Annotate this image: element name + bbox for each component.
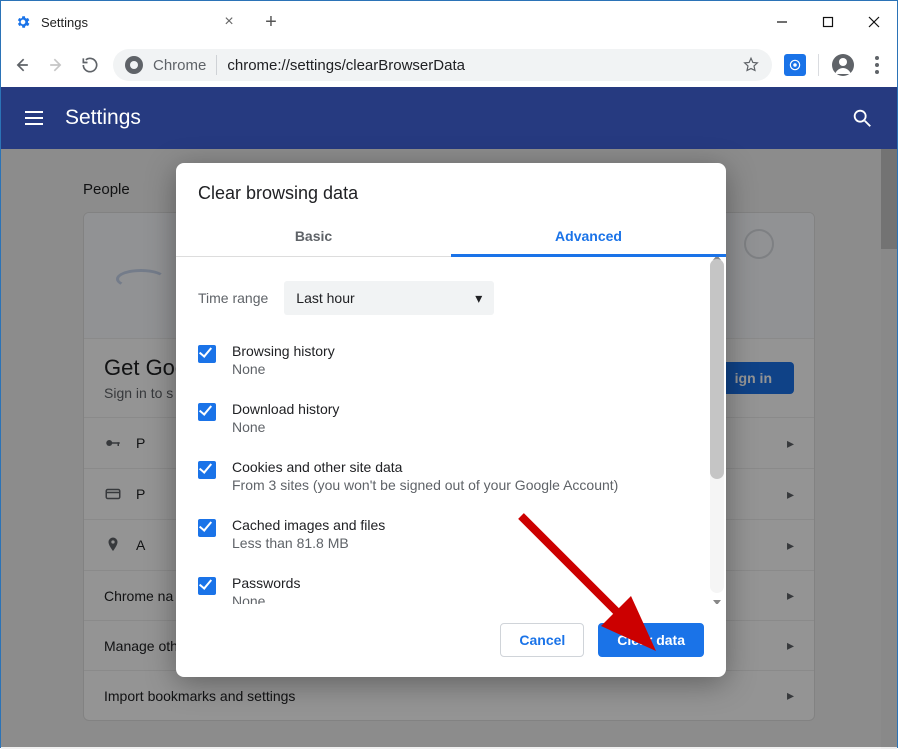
clear-item: Cookies and other site data From 3 sites…: [198, 449, 718, 507]
settings-header: Settings: [1, 87, 897, 149]
new-tab-button[interactable]: +: [251, 1, 291, 43]
site-info-icon[interactable]: [125, 56, 143, 74]
item-sub: None: [232, 593, 300, 604]
checkbox-download-history[interactable]: [198, 403, 216, 421]
tab-advanced[interactable]: Advanced: [451, 218, 726, 257]
search-icon[interactable]: [851, 107, 873, 129]
page-title: Settings: [65, 106, 141, 130]
scrollbar-thumb[interactable]: [710, 259, 724, 479]
tab-title: Settings: [41, 15, 88, 30]
extension-icon[interactable]: [784, 54, 806, 76]
url-scheme: Chrome: [153, 57, 206, 74]
scroll-down-icon[interactable]: [713, 600, 721, 604]
chevron-down-icon: ▾: [475, 290, 482, 307]
item-label: Passwords: [232, 575, 300, 591]
item-label: Cookies and other site data: [232, 459, 618, 475]
time-range-value: Last hour: [296, 290, 354, 306]
item-label: Download history: [232, 401, 339, 417]
clear-browsing-data-dialog: Clear browsing data Basic Advanced Time …: [176, 163, 726, 677]
close-tab-icon[interactable]: ×: [221, 14, 237, 30]
dialog-scrollbar[interactable]: [710, 259, 724, 593]
chrome-menu-button[interactable]: [867, 56, 887, 74]
separator: [818, 54, 819, 76]
item-sub: Less than 81.8 MB: [232, 535, 385, 551]
menu-icon[interactable]: [25, 111, 43, 125]
checkbox-cache[interactable]: [198, 519, 216, 537]
time-range-label: Time range: [198, 290, 268, 306]
close-window-button[interactable]: [851, 1, 897, 43]
reload-button[interactable]: [79, 54, 101, 76]
cancel-button[interactable]: Cancel: [500, 623, 584, 657]
separator: [216, 55, 217, 75]
dialog-tabs: Basic Advanced: [176, 218, 726, 257]
bookmark-star-icon[interactable]: [742, 56, 760, 74]
dialog-title: Clear browsing data: [176, 163, 726, 218]
item-sub: From 3 sites (you won't be signed out of…: [232, 477, 618, 493]
item-label: Browsing history: [232, 343, 335, 359]
browser-tab[interactable]: Settings ×: [1, 1, 251, 43]
back-button[interactable]: [11, 54, 33, 76]
item-sub: None: [232, 419, 339, 435]
tab-basic[interactable]: Basic: [176, 218, 451, 257]
window-titlebar: Settings × +: [1, 1, 897, 43]
checkbox-cookies[interactable]: [198, 461, 216, 479]
gear-icon: [15, 14, 31, 30]
toolbar: Chrome chrome://settings/clearBrowserDat…: [1, 43, 897, 87]
forward-button[interactable]: [45, 54, 67, 76]
address-bar[interactable]: Chrome chrome://settings/clearBrowserDat…: [113, 49, 772, 81]
item-label: Cached images and files: [232, 517, 385, 533]
item-sub: None: [232, 361, 335, 377]
minimize-button[interactable]: [759, 1, 805, 43]
time-range-select[interactable]: Last hour ▾: [284, 281, 494, 315]
clear-item: Cached images and files Less than 81.8 M…: [198, 507, 718, 565]
url-text: chrome://settings/clearBrowserData: [227, 57, 732, 74]
profile-avatar-icon[interactable]: [831, 53, 855, 77]
clear-data-button[interactable]: Clear data: [598, 623, 704, 657]
clear-item: Passwords None: [198, 565, 718, 604]
clear-item: Browsing history None: [198, 333, 718, 391]
clear-item: Download history None: [198, 391, 718, 449]
window-controls: [759, 1, 897, 43]
checkbox-browsing-history[interactable]: [198, 345, 216, 363]
maximize-button[interactable]: [805, 1, 851, 43]
checkbox-passwords[interactable]: [198, 577, 216, 595]
